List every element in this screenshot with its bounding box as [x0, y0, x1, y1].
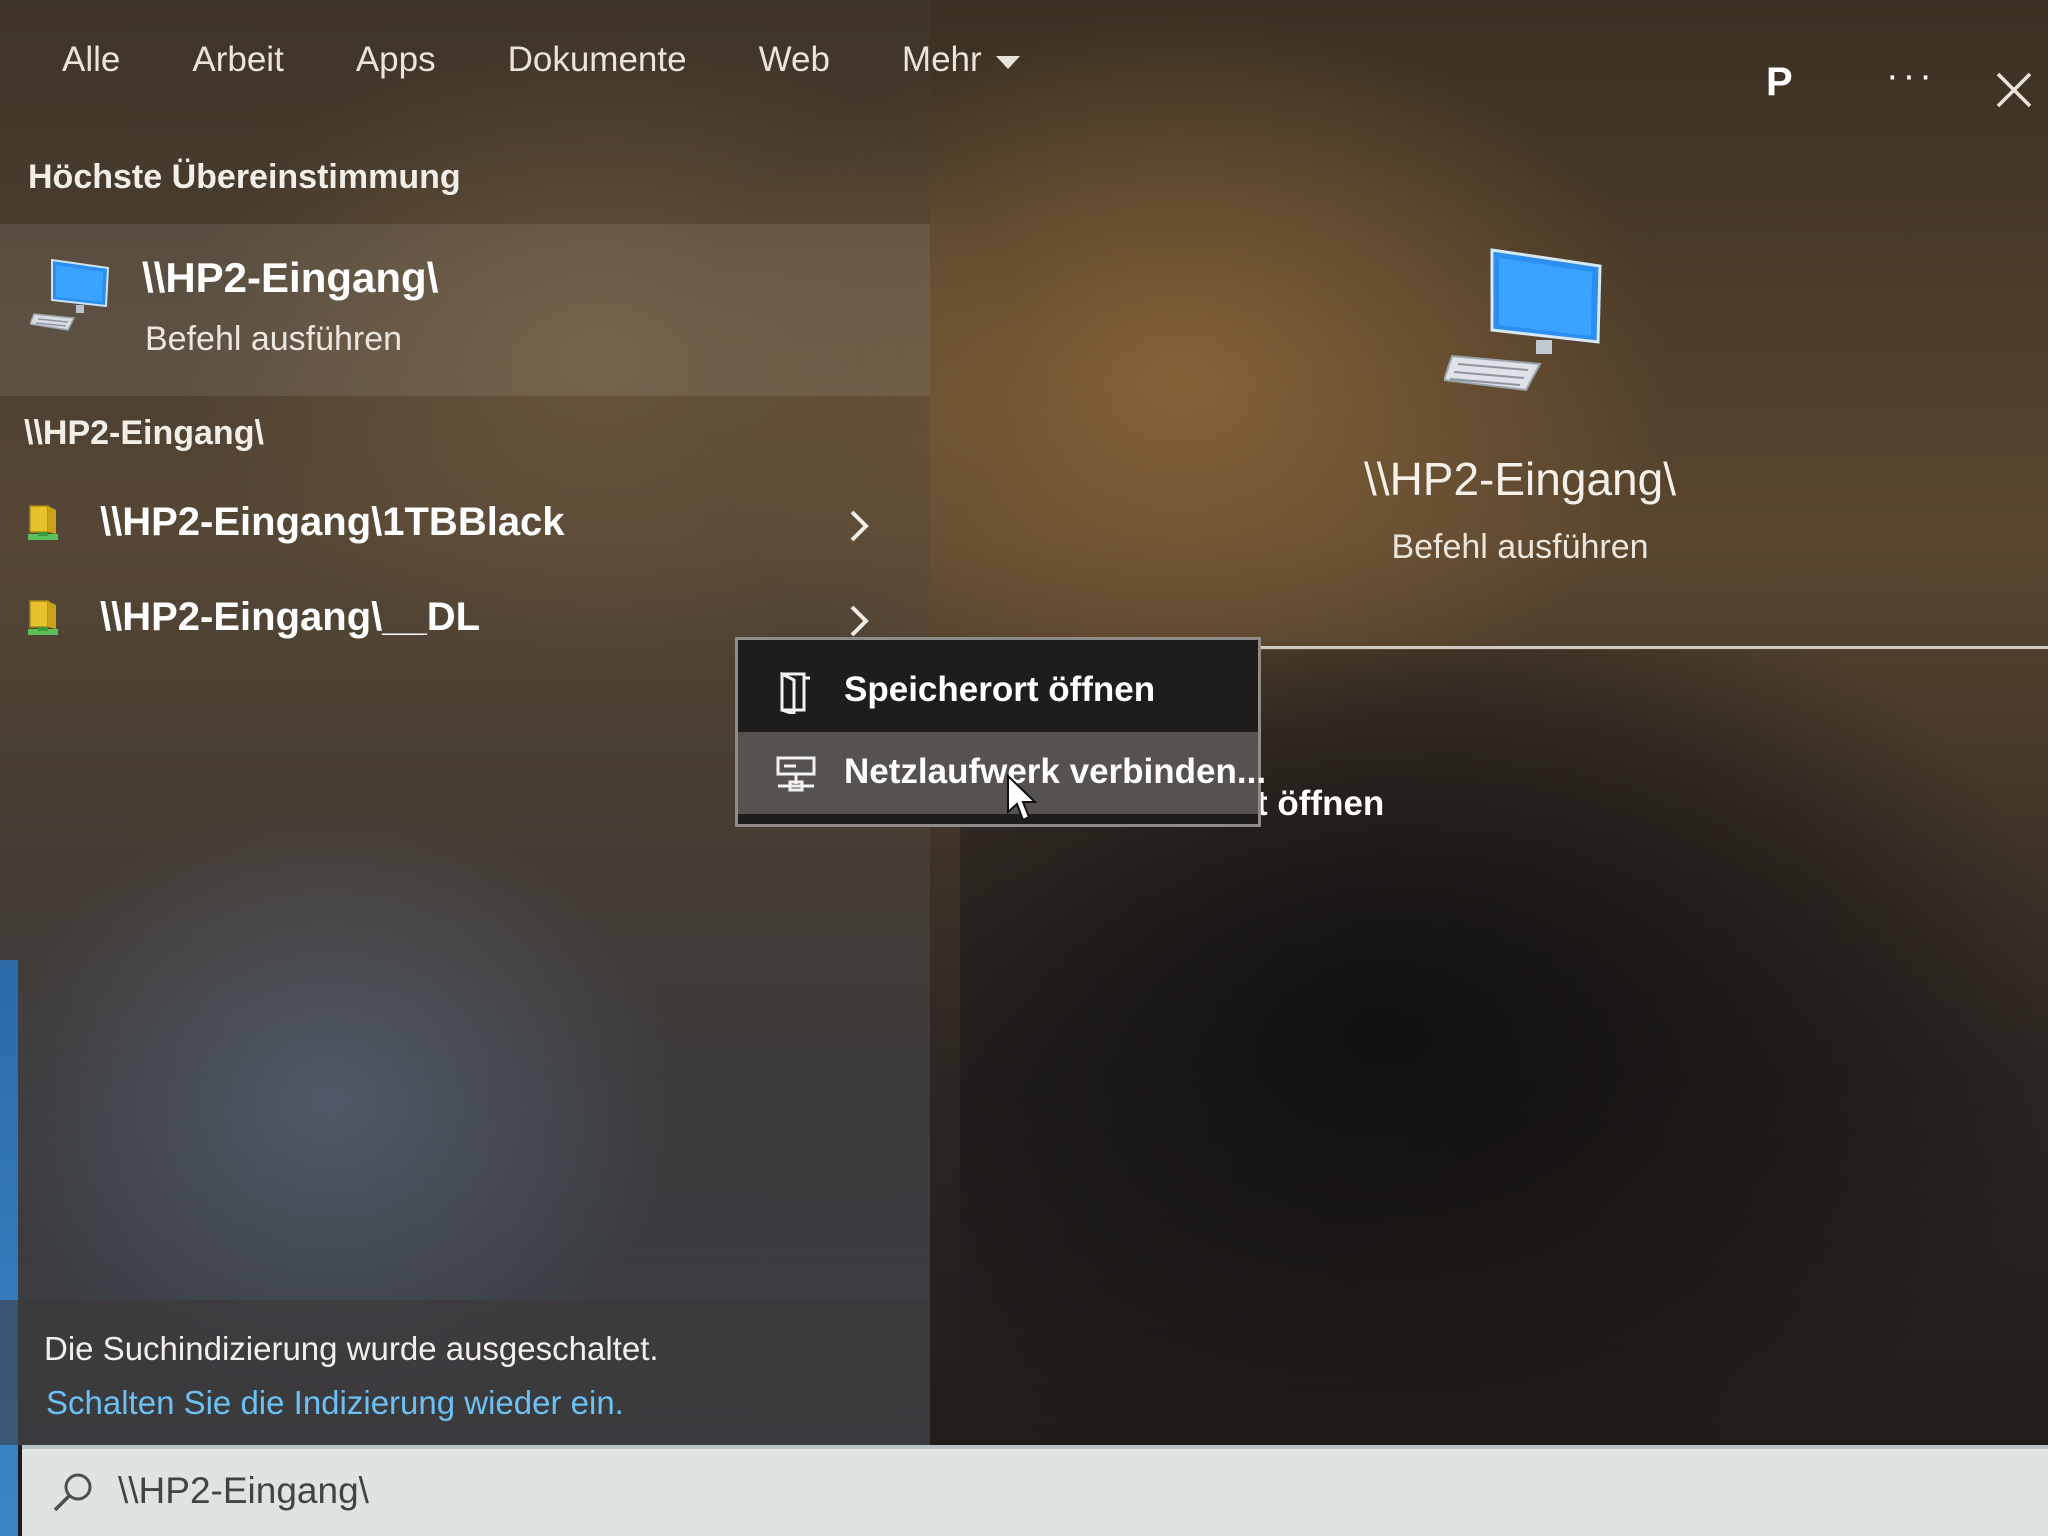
- context-menu: Speicherort öffnen Netzlaufwerk verbinde…: [735, 637, 1266, 827]
- list-item-label: \\HP2-Eingang\__DL: [100, 595, 481, 639]
- enable-indexing-link[interactable]: Schalten Sie die Indizierung wieder ein.: [46, 1384, 624, 1422]
- tab-web[interactable]: Web: [759, 40, 830, 80]
- close-icon[interactable]: [1994, 70, 2034, 110]
- account-avatar[interactable]: P: [1766, 60, 1793, 105]
- network-share-icon: [28, 505, 58, 540]
- preview-title: \\HP2-Eingang\: [1364, 453, 1676, 505]
- filter-tabs: Alle Arbeit Apps Dokumente Web Mehr: [62, 40, 1092, 80]
- preview-action-open[interactable]: t öffnen: [1256, 784, 1384, 824]
- best-match-heading: Höchste Übereinstimmung: [28, 158, 461, 196]
- tab-all[interactable]: Alle: [62, 40, 120, 80]
- more-options-icon[interactable]: ···: [1886, 57, 1936, 95]
- chevron-right-icon[interactable]: [848, 603, 872, 639]
- indexing-status-text: Die Suchindizierung wurde ausgeschaltet.: [44, 1330, 659, 1367]
- list-item-label: \\HP2-Eingang\1TBBlack: [100, 500, 565, 544]
- results-group-heading: \\HP2-Eingang\: [24, 414, 264, 452]
- tab-more[interactable]: Mehr: [902, 40, 1020, 80]
- preview-divider: [1260, 646, 2048, 649]
- search-icon: [53, 1473, 92, 1512]
- computer-icon: [1444, 248, 1602, 392]
- best-match-item[interactable]: \\HP2-Eingang\ Befehl ausführen: [0, 224, 930, 396]
- tab-documents[interactable]: Dokumente: [508, 40, 687, 80]
- best-match-subtitle: Befehl ausführen: [145, 320, 403, 358]
- menu-item-label: Speicherort öffnen: [844, 670, 1156, 709]
- menu-item-open-location[interactable]: Speicherort öffnen: [738, 650, 1258, 732]
- menu-item-label: Netzlaufwerk verbinden...: [844, 752, 1267, 791]
- chevron-right-icon[interactable]: [848, 508, 872, 544]
- map-network-drive-icon: [776, 756, 816, 792]
- preview-subtitle: Befehl ausführen: [1391, 528, 1649, 566]
- best-match-title: \\HP2-Eingang\: [142, 254, 439, 301]
- menu-item-map-network-drive[interactable]: Netzlaufwerk verbinden...: [738, 732, 1266, 814]
- search-bar: [22, 1445, 2048, 1536]
- tab-work[interactable]: Arbeit: [192, 40, 283, 80]
- indexing-status: Die Suchindizierung wurde ausgeschaltet.…: [0, 1300, 930, 1445]
- caret-down-icon: [995, 55, 1020, 69]
- list-item[interactable]: \\HP2-Eingang\1TBBlack: [0, 490, 930, 570]
- open-location-icon: [780, 671, 810, 714]
- mouse-cursor-icon: [1007, 774, 1038, 822]
- desktop-edge: [0, 960, 18, 1536]
- tab-apps[interactable]: Apps: [356, 40, 436, 80]
- network-share-icon: [28, 600, 58, 635]
- search-input[interactable]: [118, 1463, 1318, 1519]
- tab-more-label: Mehr: [901, 40, 982, 79]
- computer-icon: [30, 258, 110, 331]
